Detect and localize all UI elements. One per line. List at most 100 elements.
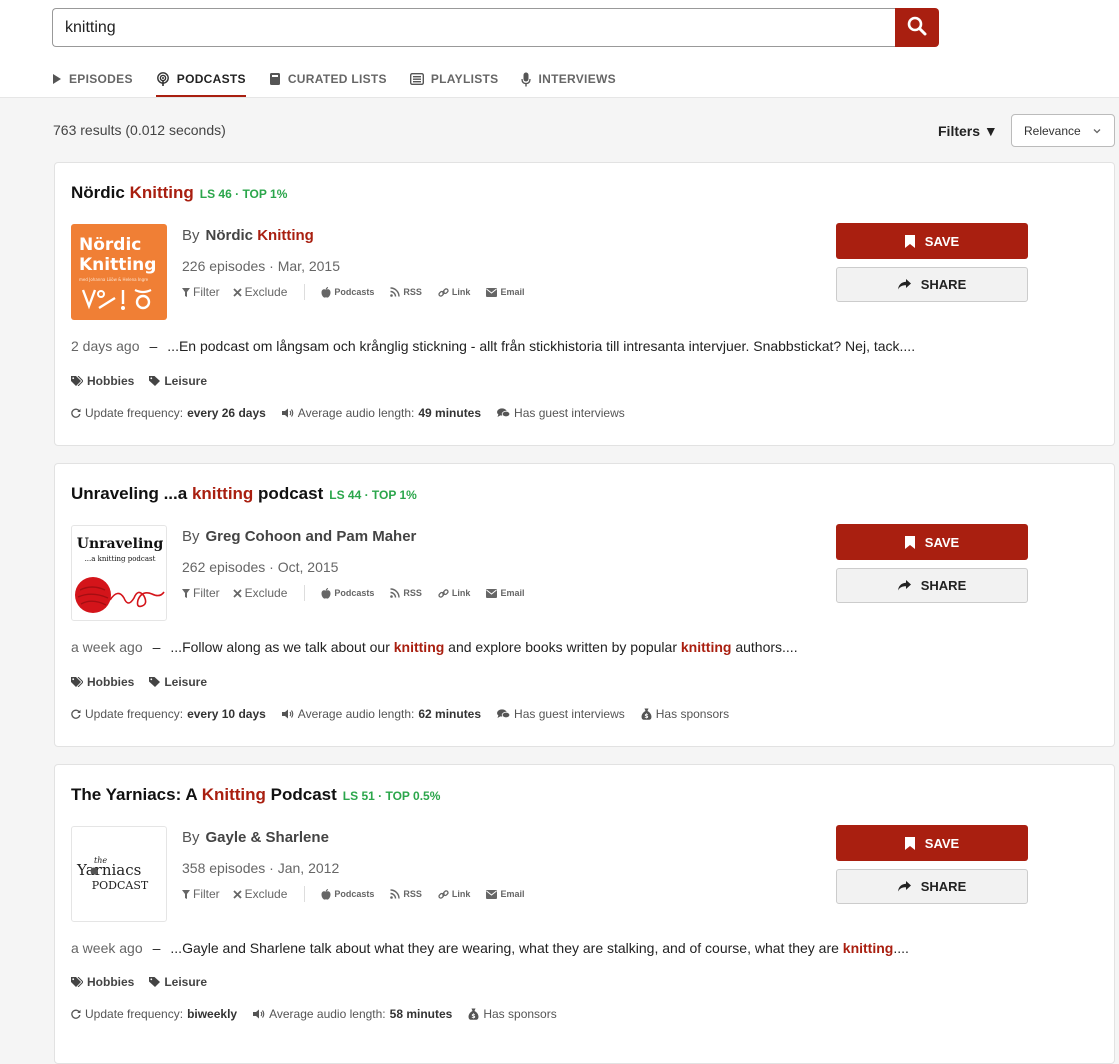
refresh-icon <box>71 709 81 719</box>
divider <box>304 585 306 601</box>
category-tag[interactable]: Leisure <box>149 374 207 388</box>
podcast-artwork[interactable]: Nördic Knitting med Johanna Lööw & Helen… <box>71 224 167 320</box>
average-audio-length: Average audio length: 49 minutes <box>281 406 481 420</box>
tab-podcasts[interactable]: PODCASTS <box>155 66 246 97</box>
tab-curated-lists[interactable]: CURATED LISTS <box>269 66 387 98</box>
podcast-card: The Yarniacs: A Knitting Podcast LS 51 · … <box>54 764 1115 1064</box>
podcast-artwork[interactable]: Unraveling ...a knitting podcast <box>71 525 167 621</box>
tag-icon <box>149 977 161 987</box>
tag-icon <box>149 677 161 687</box>
podcast-author: By Greg Cohoon and Pam Maher <box>182 528 417 545</box>
author-link[interactable]: Greg Cohoon and Pam Maher <box>206 528 417 545</box>
podcast-artwork[interactable]: the Yarniacs PODCAST <box>71 826 167 922</box>
save-button[interactable]: SAVE <box>836 825 1028 861</box>
update-frequency: Update frequency: biweekly <box>71 1007 237 1021</box>
tab-interviews[interactable]: INTERVIEWS <box>521 66 616 98</box>
svg-text:Knitting: Knitting <box>79 255 156 275</box>
sort-value: Relevance <box>1024 123 1081 138</box>
link-link[interactable]: Link <box>438 287 470 298</box>
svg-text:$: $ <box>472 1013 476 1020</box>
filter-link[interactable]: Filter <box>182 586 220 600</box>
email-link[interactable]: Email <box>486 889 524 899</box>
search-bar <box>52 8 939 47</box>
apple-podcasts-link[interactable]: Podcasts <box>321 286 374 298</box>
email-link[interactable]: Email <box>486 588 524 598</box>
search-input[interactable] <box>52 8 895 47</box>
save-button[interactable]: SAVE <box>836 223 1028 259</box>
exclude-link[interactable]: Exclude <box>233 586 287 600</box>
average-audio-length: Average audio length: 58 minutes <box>253 1007 452 1021</box>
list-icon <box>409 72 424 86</box>
filter-link[interactable]: Filter <box>182 285 220 299</box>
exclude-link[interactable]: Exclude <box>233 887 287 901</box>
exclude-link[interactable]: Exclude <box>233 285 287 299</box>
rss-link[interactable]: RSS <box>390 889 422 899</box>
guest-interviews-badge: Has guest interviews <box>497 707 625 721</box>
divider <box>304 284 306 300</box>
tab-label: PODCASTS <box>176 72 246 86</box>
podcast-actions: Filter Exclude Podcasts RSS Link Email <box>182 886 540 902</box>
apple-podcasts-link[interactable]: Podcasts <box>321 888 374 900</box>
author-link[interactable]: Nördic Knitting <box>206 227 314 244</box>
share-button[interactable]: SHARE <box>836 869 1028 904</box>
podcast-title[interactable]: The Yarniacs: A Knitting Podcast LS 51 · … <box>71 785 440 805</box>
podcast-description: a week ago – ...Follow along as we talk ab… <box>71 639 798 655</box>
tag-icon <box>149 376 161 386</box>
top-bar: EPISODES PODCASTS CURATED LISTS PLAYLIST… <box>0 0 1119 98</box>
category-tag[interactable]: Hobbies <box>71 374 134 388</box>
link-link[interactable]: Link <box>438 588 470 599</box>
filter-link[interactable]: Filter <box>182 887 220 901</box>
rss-link[interactable]: RSS <box>390 287 422 297</box>
svg-text:Unraveling: Unraveling <box>77 536 164 552</box>
comments-icon <box>497 709 511 719</box>
bookmark-icon <box>904 836 915 850</box>
podcast-description: 2 days ago – ...En podcast om långsam och … <box>71 338 916 354</box>
bookmark-icon <box>904 535 915 549</box>
podcast-author: By Nördic Knitting <box>182 227 314 244</box>
chevron-down-icon <box>1092 125 1102 139</box>
share-button[interactable]: SHARE <box>836 267 1028 302</box>
link-icon <box>438 889 449 900</box>
category-tag[interactable]: Hobbies <box>71 975 134 989</box>
share-icon <box>897 580 911 591</box>
share-button[interactable]: SHARE <box>836 568 1028 603</box>
divider <box>304 886 306 902</box>
search-button[interactable] <box>895 8 939 47</box>
apple-icon <box>321 587 331 599</box>
tab-label: CURATED LISTS <box>287 72 387 86</box>
author-link[interactable]: Gayle & Sharlene <box>206 829 329 846</box>
refresh-icon <box>71 1009 81 1019</box>
podcast-actions: Filter Exclude Podcasts RSS Link Email <box>182 585 540 601</box>
filters-toggle[interactable]: Filters ▼ <box>938 123 998 139</box>
podcast-title[interactable]: Unraveling ...a knitting podcast LS 44 · … <box>71 484 417 504</box>
episode-count: 262 episodes · Oct, 2015 <box>182 559 339 575</box>
category-tag[interactable]: Hobbies <box>71 675 134 689</box>
svg-text:Yarniacs: Yarniacs <box>76 861 141 879</box>
close-icon <box>233 287 242 297</box>
svg-text:...a knitting podcast: ...a knitting podcast <box>85 555 156 563</box>
link-icon <box>438 287 449 298</box>
filter-icon <box>182 287 190 297</box>
email-link[interactable]: Email <box>486 287 524 297</box>
podcast-stats: Update frequency: biweekly Average audio … <box>71 1007 573 1021</box>
tags-icon <box>71 677 83 687</box>
podcast-title[interactable]: Nördic Knitting LS 46 · TOP 1% <box>71 183 287 203</box>
sort-select[interactable]: Relevance <box>1011 114 1115 147</box>
podcast-card: Unraveling ...a knitting podcast LS 44 · … <box>54 463 1115 747</box>
save-button[interactable]: SAVE <box>836 524 1028 560</box>
tab-episodes[interactable]: EPISODES <box>52 66 133 98</box>
category-tag[interactable]: Leisure <box>149 675 207 689</box>
tab-playlists[interactable]: PLAYLISTS <box>409 66 499 98</box>
apple-podcasts-link[interactable]: Podcasts <box>321 587 374 599</box>
category-tag[interactable]: Leisure <box>149 975 207 989</box>
podcast-author: By Gayle & Sharlene <box>182 829 329 846</box>
episode-count: 358 episodes · Jan, 2012 <box>182 860 340 876</box>
listen-score-badge: LS 51 · TOP 0.5% <box>342 789 441 803</box>
guest-interviews-badge: Has guest interviews <box>497 406 625 420</box>
link-link[interactable]: Link <box>438 889 470 900</box>
close-icon <box>233 588 242 598</box>
rss-link[interactable]: RSS <box>390 588 422 598</box>
filter-icon <box>182 889 190 899</box>
volume-icon <box>253 1009 265 1019</box>
categories: Hobbies Leisure <box>71 975 222 989</box>
